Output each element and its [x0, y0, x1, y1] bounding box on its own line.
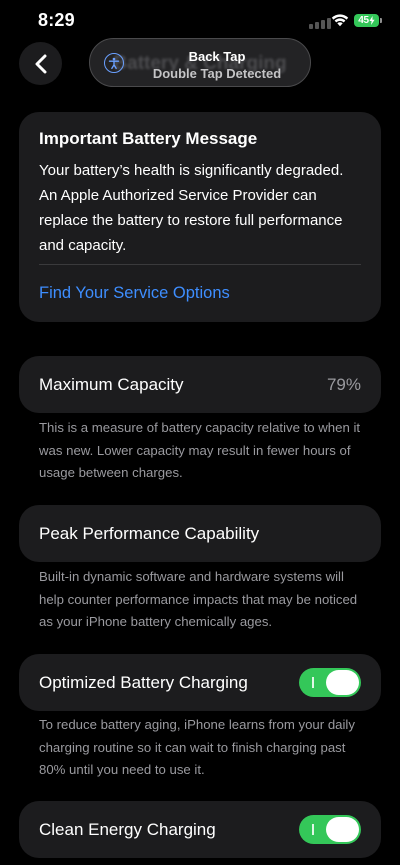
cellular-signal-icon: [309, 18, 331, 29]
service-options-link[interactable]: Find Your Service Options: [39, 284, 230, 303]
battery-message-card: Important Battery Message Your battery’s…: [19, 112, 381, 322]
charging-bolt-icon: [369, 16, 375, 25]
maximum-capacity-label: Maximum Capacity: [39, 374, 184, 394]
clean-energy-row: Clean Energy Charging: [19, 801, 381, 858]
wifi-icon: [331, 14, 349, 27]
card-divider: [39, 264, 361, 265]
status-time: 8:29: [38, 10, 75, 30]
peak-performance-row: Peak Performance Capability: [19, 505, 381, 562]
optimized-charging-row: Optimized Battery Charging: [19, 654, 381, 711]
battery-icon: 45: [354, 14, 382, 27]
optimized-charging-label: Optimized Battery Charging: [39, 672, 248, 692]
peak-performance-footnote: Built-in dynamic software and hardware s…: [39, 569, 358, 629]
toggle-knob: [326, 817, 359, 842]
clean-energy-toggle[interactable]: [299, 815, 361, 844]
banner-title: Back Tap: [188, 49, 246, 64]
maximum-capacity-value: 79%: [326, 374, 361, 394]
banner-subtitle: Double Tap Detected: [152, 66, 282, 81]
message-body: Your battery’s health is significantly d…: [39, 162, 344, 254]
toggle-knob: [326, 670, 359, 695]
message-title: Important Battery Message: [39, 129, 258, 148]
toggle-on-mark: [312, 677, 314, 688]
chevron-left-icon: [35, 54, 46, 73]
optimized-charging-toggle[interactable]: [299, 668, 361, 697]
accessibility-icon: [104, 53, 124, 73]
battery-level: 45: [358, 15, 369, 26]
back-tap-banner: Battery & Charging Back Tap Double Tap D…: [89, 38, 311, 87]
optimized-charging-footnote: To reduce battery aging, iPhone learns f…: [39, 717, 355, 777]
maximum-capacity-row: Maximum Capacity 79%: [19, 356, 381, 413]
maximum-capacity-footnote: This is a measure of battery capacity re…: [39, 420, 361, 480]
clean-energy-label: Clean Energy Charging: [39, 819, 216, 839]
toggle-on-mark: [312, 824, 314, 835]
back-button[interactable]: [19, 42, 62, 85]
battery-health-screen: 8:29 45 Battery & Charging Back Tap Doub: [0, 0, 400, 865]
peak-performance-label: Peak Performance Capability: [39, 523, 260, 543]
